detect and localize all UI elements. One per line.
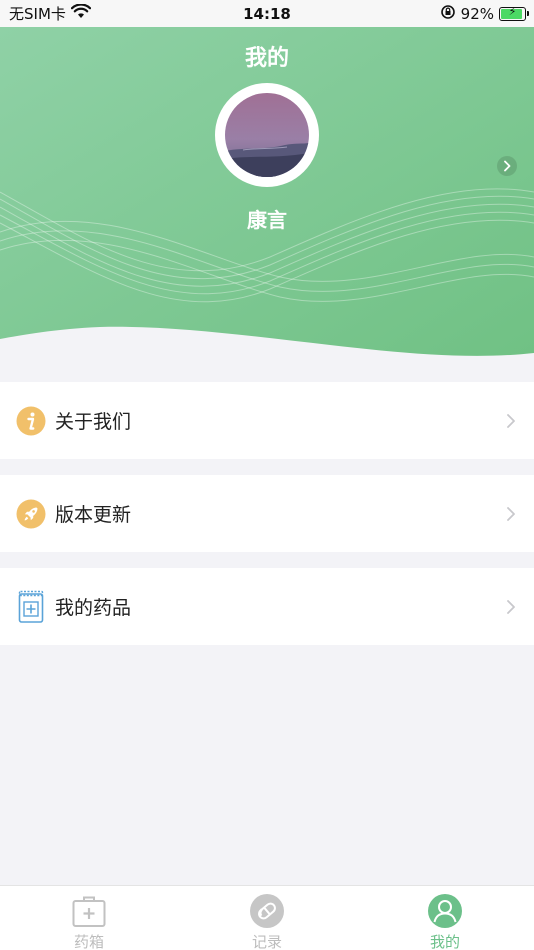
- header-background: [0, 27, 534, 356]
- orientation-lock-icon: [440, 4, 456, 24]
- tab-label: 记录: [251, 933, 282, 950]
- profile-name: 康言: [247, 208, 287, 232]
- rocket-icon: [16, 499, 46, 529]
- menu-item-version-update[interactable]: 版本更新: [0, 475, 534, 552]
- avatar-ring[interactable]: [215, 83, 319, 187]
- page-title: 我的: [244, 46, 289, 71]
- wifi-icon: [70, 3, 91, 23]
- menu-item-about[interactable]: 关于我们: [0, 382, 534, 459]
- user-icon: [427, 893, 463, 929]
- status-bar: 无SIM卡 14:18 92% ⚡: [0, 0, 534, 27]
- profile-header: 我的 康言: [0, 27, 534, 360]
- chevron-right-icon: [504, 597, 518, 617]
- battery-icon: ⚡: [499, 4, 529, 21]
- pill-record-icon: [249, 893, 285, 929]
- menu-item-label: 我的药品: [55, 597, 132, 619]
- tab-medicine-kit[interactable]: 药箱: [29, 893, 149, 950]
- medicine-box-icon: [16, 590, 46, 623]
- carrier-label: 无SIM卡: [9, 5, 66, 23]
- menu-item-label: 关于我们: [55, 411, 132, 433]
- avatar-image: [225, 93, 309, 177]
- tab-records[interactable]: 记录: [207, 893, 327, 950]
- info-icon: [16, 406, 46, 436]
- tab-label: 药箱: [73, 933, 104, 950]
- chevron-right-icon: [504, 504, 518, 524]
- medicine-kit-icon: [71, 893, 107, 929]
- avatar[interactable]: [225, 93, 309, 177]
- menu-item-my-medicines[interactable]: 我的药品: [0, 568, 534, 645]
- tab-label: 我的: [429, 933, 460, 950]
- tab-mine[interactable]: 我的: [385, 893, 505, 950]
- status-right: 92% ⚡: [440, 4, 529, 24]
- chevron-right-icon: [504, 411, 518, 431]
- tab-bar: 药箱 记录 我的: [0, 885, 534, 950]
- status-left: 无SIM卡: [9, 3, 91, 24]
- menu-item-label: 版本更新: [55, 504, 132, 526]
- battery-percent: 92%: [460, 4, 494, 23]
- charging-bolt-icon: ⚡: [508, 4, 517, 18]
- profile-detail-chevron-icon[interactable]: [497, 156, 517, 176]
